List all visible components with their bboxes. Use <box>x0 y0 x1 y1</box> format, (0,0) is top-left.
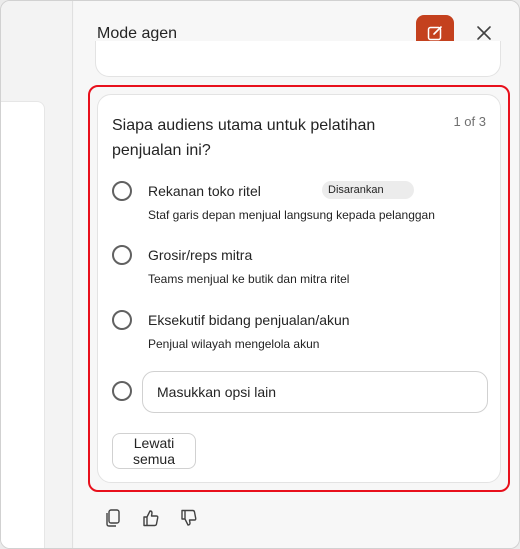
option-eksekutif-penjualan[interactable]: Eksekutif bidang penjualan/akun Penjual … <box>112 310 492 351</box>
option-description: Teams menjual ke butik dan mitra ritel <box>148 272 350 286</box>
option-description: Staf garis depan menjual langsung kepada… <box>148 208 435 222</box>
option-title: Grosir/reps mitra <box>148 247 253 263</box>
option-grosir-reps-mitra[interactable]: Grosir/reps mitra Teams menjual ke butik… <box>112 245 492 286</box>
like-button[interactable] <box>139 506 163 530</box>
message-actions <box>101 507 201 529</box>
close-icon <box>477 26 491 40</box>
radio-button[interactable] <box>112 245 132 265</box>
edit-square-icon <box>427 26 442 41</box>
agent-panel: Mode agen Siapa audiens utama untuk pela… <box>74 1 519 548</box>
question-text: Siapa audiens utama untuk pelatihan penj… <box>112 117 376 159</box>
app-window: Mode agen Siapa audiens utama untuk pela… <box>0 0 520 549</box>
option-title: Eksekutif bidang penjualan/akun <box>148 312 350 328</box>
left-pane <box>1 1 73 548</box>
option-description: Penjual wilayah mengelola akun <box>148 337 320 351</box>
left-content-card <box>1 101 45 548</box>
previous-message-card <box>95 41 501 77</box>
dislike-button[interactable] <box>177 506 201 530</box>
other-option-input[interactable] <box>142 371 488 413</box>
radio-button[interactable] <box>112 381 132 401</box>
question-card: Siapa audiens utama untuk pelatihan penj… <box>97 94 501 483</box>
thumbs-down-icon <box>181 509 197 526</box>
recommended-badge: Disarankan <box>322 181 414 199</box>
radio-button[interactable] <box>112 310 132 330</box>
radio-button[interactable] <box>112 181 132 201</box>
skip-all-button[interactable]: Lewati semua <box>112 433 196 469</box>
option-title: Rekanan toko ritel <box>148 183 261 199</box>
option-rekanan-toko-ritel[interactable]: Rekanan toko ritel Disarankan Staf garis… <box>112 181 492 222</box>
copy-icon <box>106 509 120 527</box>
thumbs-up-icon <box>143 510 159 527</box>
copy-button[interactable] <box>101 506 125 530</box>
question-counter: 1 of 3 <box>453 114 486 129</box>
